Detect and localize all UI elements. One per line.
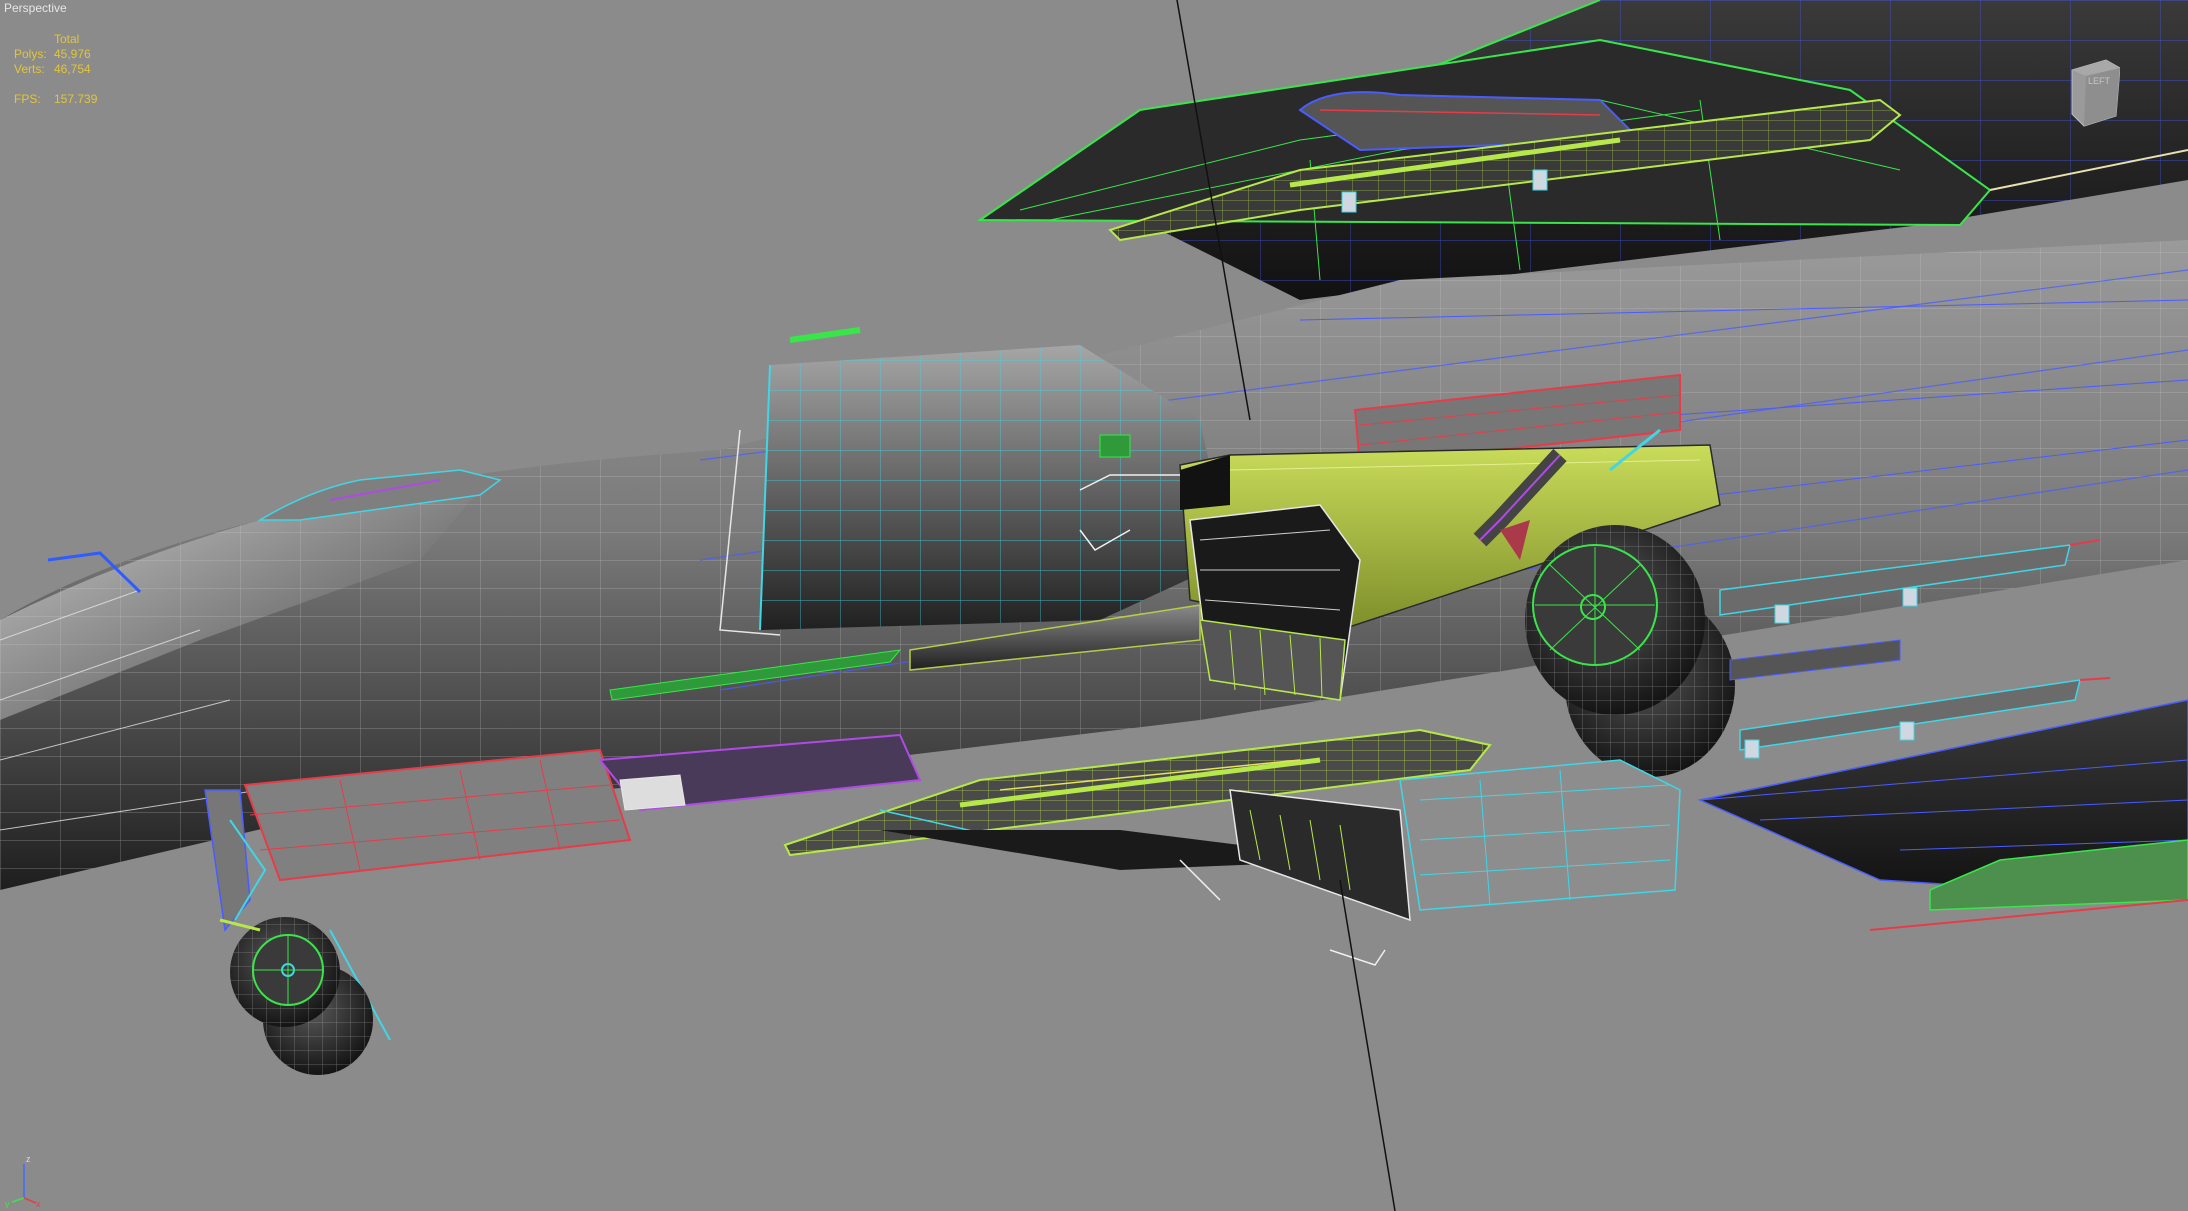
statistics-overlay: Total Polys: 45,976 Verts: 46,754 FPS: 1… bbox=[14, 32, 97, 107]
perspective-viewport[interactable]: Perspective Total Polys: 45,976 Verts: 4… bbox=[0, 0, 2188, 1211]
fps-label: FPS: bbox=[14, 92, 41, 106]
polys-label: Polys: bbox=[14, 47, 47, 61]
scene-canvas[interactable] bbox=[0, 0, 2188, 1211]
axis-y-label: y bbox=[5, 1199, 10, 1208]
fps-value: 157.739 bbox=[54, 92, 98, 106]
stats-polys-row: Polys: 45,976 bbox=[14, 47, 97, 62]
stats-header: Total bbox=[54, 32, 80, 46]
viewcube[interactable]: LEFT bbox=[2066, 56, 2120, 128]
verts-value: 46,754 bbox=[54, 62, 91, 76]
axis-x-label: x bbox=[36, 1199, 41, 1208]
axis-z-label: z bbox=[26, 1154, 31, 1164]
stats-fps-row: FPS: 157.739 bbox=[14, 92, 97, 107]
viewport-label[interactable]: Perspective bbox=[4, 1, 67, 15]
stats-verts-row: Verts: 46,754 bbox=[14, 62, 97, 77]
polys-value: 45,976 bbox=[54, 47, 91, 61]
verts-label: Verts: bbox=[14, 62, 45, 76]
viewcube-face-label: LEFT bbox=[2088, 76, 2111, 86]
axis-tripod: z x y bbox=[5, 1154, 41, 1208]
gear-door bbox=[1189, 504, 1361, 701]
